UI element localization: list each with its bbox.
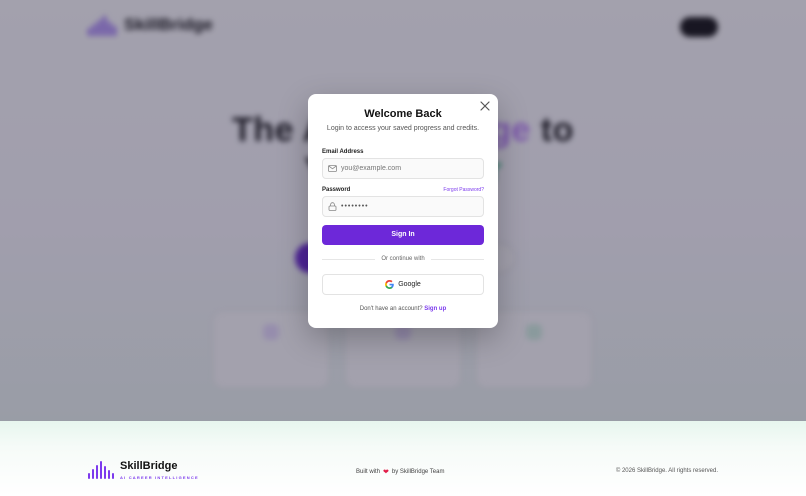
modal-title: Welcome Back [364, 108, 442, 120]
google-label: Google [398, 281, 421, 288]
email-label: Email Address [322, 149, 364, 155]
lock-icon [328, 202, 337, 211]
email-input[interactable] [341, 165, 471, 172]
signup-row: Don't have an account? Sign up [308, 306, 498, 312]
footer: SkillBridge AI CAREER INTELLIGENCE Built… [0, 421, 806, 496]
built-with-text: Built with ❤ by SkillBridge Team [356, 468, 444, 476]
google-icon [385, 280, 395, 289]
login-modal: Welcome Back Login to access your saved … [308, 94, 498, 328]
sign-in-button[interactable]: Sign In [322, 225, 484, 245]
heart-icon: ❤ [383, 469, 389, 476]
google-sign-in-button[interactable]: Google [322, 274, 484, 295]
password-label: Password [322, 187, 351, 193]
password-field[interactable]: •••••••• [322, 196, 484, 217]
mail-icon [328, 165, 337, 172]
footer-logo: SkillBridge AI CAREER INTELLIGENCE [88, 460, 199, 480]
built-prefix: Built with [356, 469, 381, 475]
email-field[interactable] [322, 158, 484, 179]
copyright: © 2026 SkillBridge. All rights reserved. [615, 468, 718, 474]
footer-brand-tagline: AI CAREER INTELLIGENCE [120, 475, 199, 480]
divider: Or continue with [322, 255, 485, 263]
modal-subtitle: Login to access your saved progress and … [326, 125, 480, 132]
logo-bars-icon [88, 461, 114, 479]
footer-brand-name: SkillBridge [120, 460, 178, 472]
divider-text: Or continue with [381, 256, 425, 262]
password-input[interactable]: •••••••• [341, 203, 369, 210]
signup-prompt: Don't have an account? [359, 306, 423, 312]
forgot-password-link[interactable]: Forgot Password? [443, 187, 484, 193]
sign-up-link[interactable]: Sign up [424, 306, 446, 312]
built-suffix: by SkillBridge Team [391, 469, 445, 475]
